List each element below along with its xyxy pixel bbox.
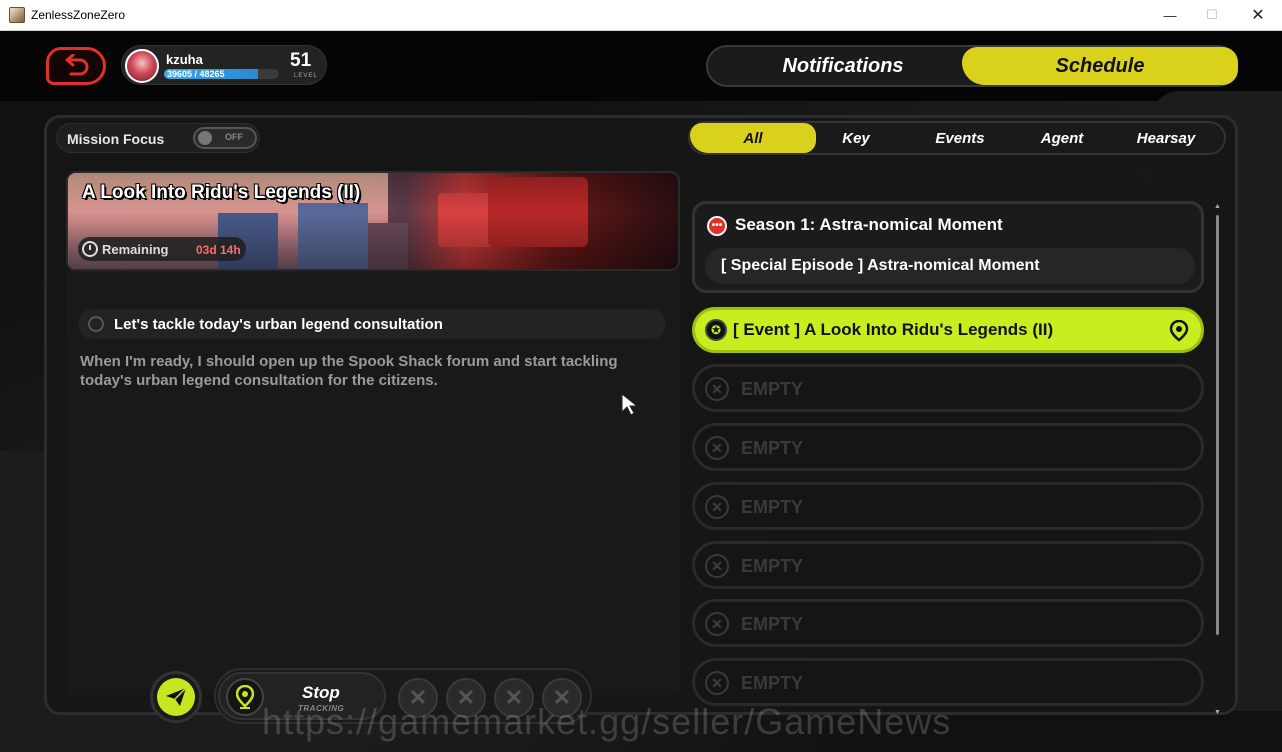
tab-notifications[interactable]: Notifications xyxy=(708,47,978,85)
mission-list-scrollbar[interactable]: ▲ ▼ xyxy=(1214,203,1222,721)
filter-all[interactable]: All xyxy=(690,123,816,153)
mission-title: A Look Into Ridu's Legends (II) xyxy=(82,182,361,203)
clock-icon xyxy=(82,241,98,257)
empty-icon: ✕ xyxy=(705,612,729,636)
remaining-time: 03d 14h xyxy=(196,243,241,257)
empty-icon: ✕ xyxy=(705,554,729,578)
empty-label: EMPTY xyxy=(741,497,804,517)
player-profile[interactable]: kzuha 39605 / 48265 51 LEVEL xyxy=(121,45,327,85)
mission-focus: Mission Focus OFF xyxy=(56,123,260,153)
pin-circle xyxy=(226,678,264,716)
back-button[interactable] xyxy=(46,47,106,85)
filter-bar: All Key Events Agent Hearsay xyxy=(688,121,1226,155)
season-mission-card[interactable]: ••• Season 1: Astra-nomical Moment [ Spe… xyxy=(692,201,1204,293)
objective-check-icon xyxy=(88,316,104,332)
location-pin-icon xyxy=(236,685,254,709)
filter-key[interactable]: Key xyxy=(806,123,906,153)
objective-text: Let's tackle today's urban legend consul… xyxy=(114,316,443,333)
game-viewport: kzuha 39605 / 48265 51 LEVEL Notificatio… xyxy=(0,31,1282,752)
event-mission-card[interactable]: ✪ [ Event ] A Look Into Ridu's Legends (… xyxy=(692,307,1204,353)
avatar xyxy=(125,49,159,83)
toggle-state: OFF xyxy=(225,132,243,142)
empty-label: EMPTY xyxy=(741,438,804,458)
tab-schedule[interactable]: Schedule xyxy=(962,47,1238,85)
more-icon: ••• xyxy=(707,216,727,236)
watermark: https://gamemarket.gg/seller/GameNews xyxy=(262,701,952,742)
mission-focus-toggle[interactable]: OFF xyxy=(193,127,257,149)
event-mission-label: [ Event ] A Look Into Ridu's Legends (II… xyxy=(733,320,1054,339)
objective-item: Let's tackle today's urban legend consul… xyxy=(78,309,666,339)
empty-slot[interactable]: ✕ EMPTY xyxy=(692,541,1204,589)
remaining-label: Remaining xyxy=(102,242,169,257)
teleport-inner xyxy=(157,678,195,716)
send-icon xyxy=(166,687,187,706)
season-episode-label: [ Special Episode ] Astra-nomical Moment xyxy=(721,257,1040,274)
empty-slot[interactable]: ✕ EMPTY xyxy=(692,599,1204,647)
minimize-button[interactable]: — xyxy=(1150,4,1190,26)
empty-icon: ✕ xyxy=(705,436,729,460)
empty-slot[interactable]: ✕ EMPTY xyxy=(692,364,1204,412)
filter-agent[interactable]: Agent xyxy=(1012,123,1112,153)
star-icon: ✪ xyxy=(705,319,727,341)
stop-label: Stop xyxy=(302,683,340,702)
empty-label: EMPTY xyxy=(741,673,804,693)
level-number: 51 xyxy=(290,50,312,71)
empty-slot[interactable]: ✕ EMPTY xyxy=(692,482,1204,530)
top-nav: Notifications Schedule xyxy=(706,45,1238,87)
window-titlebar: ZenlessZoneZero — ☐ ✕ xyxy=(0,0,1282,31)
back-arrow-icon xyxy=(65,54,89,76)
mouse-cursor-icon xyxy=(621,393,639,416)
scroll-up-icon[interactable]: ▲ xyxy=(1214,203,1221,210)
empty-slot[interactable]: ✕ EMPTY xyxy=(692,423,1204,471)
empty-slot[interactable]: ✕ EMPTY xyxy=(692,658,1204,706)
empty-label: EMPTY xyxy=(741,379,804,399)
empty-icon: ✕ xyxy=(705,671,729,695)
filter-hearsay[interactable]: Hearsay xyxy=(1114,123,1218,153)
teleport-button[interactable] xyxy=(150,671,202,723)
xp-text: 39605 / 48265 xyxy=(167,69,225,79)
scroll-thumb[interactable] xyxy=(1216,215,1219,635)
mission-focus-label: Mission Focus xyxy=(67,131,165,147)
empty-label: EMPTY xyxy=(741,556,804,576)
toggle-knob xyxy=(198,131,212,145)
level-label: LEVEL xyxy=(294,73,318,79)
mission-banner: A Look Into Ridu's Legends (II) Remainin… xyxy=(66,171,680,271)
remaining-badge: Remaining 03d 14h xyxy=(78,237,246,261)
location-pin-icon xyxy=(1169,320,1189,342)
maximize-button[interactable]: ☐ xyxy=(1192,4,1232,26)
season-title: Season 1: Astra-nomical Moment xyxy=(735,215,1003,234)
scroll-down-icon[interactable]: ▼ xyxy=(1214,709,1221,716)
filter-events[interactable]: Events xyxy=(910,123,1010,153)
username: kzuha xyxy=(166,52,203,67)
season-episode[interactable]: [ Special Episode ] Astra-nomical Moment xyxy=(705,248,1195,284)
empty-icon: ✕ xyxy=(705,377,729,401)
close-button[interactable]: ✕ xyxy=(1238,4,1278,26)
app-icon xyxy=(9,7,25,23)
empty-label: EMPTY xyxy=(741,614,804,634)
window-title: ZenlessZoneZero xyxy=(31,8,126,22)
empty-icon: ✕ xyxy=(705,495,729,519)
mission-description: When I'm ready, I should open up the Spo… xyxy=(80,353,618,389)
